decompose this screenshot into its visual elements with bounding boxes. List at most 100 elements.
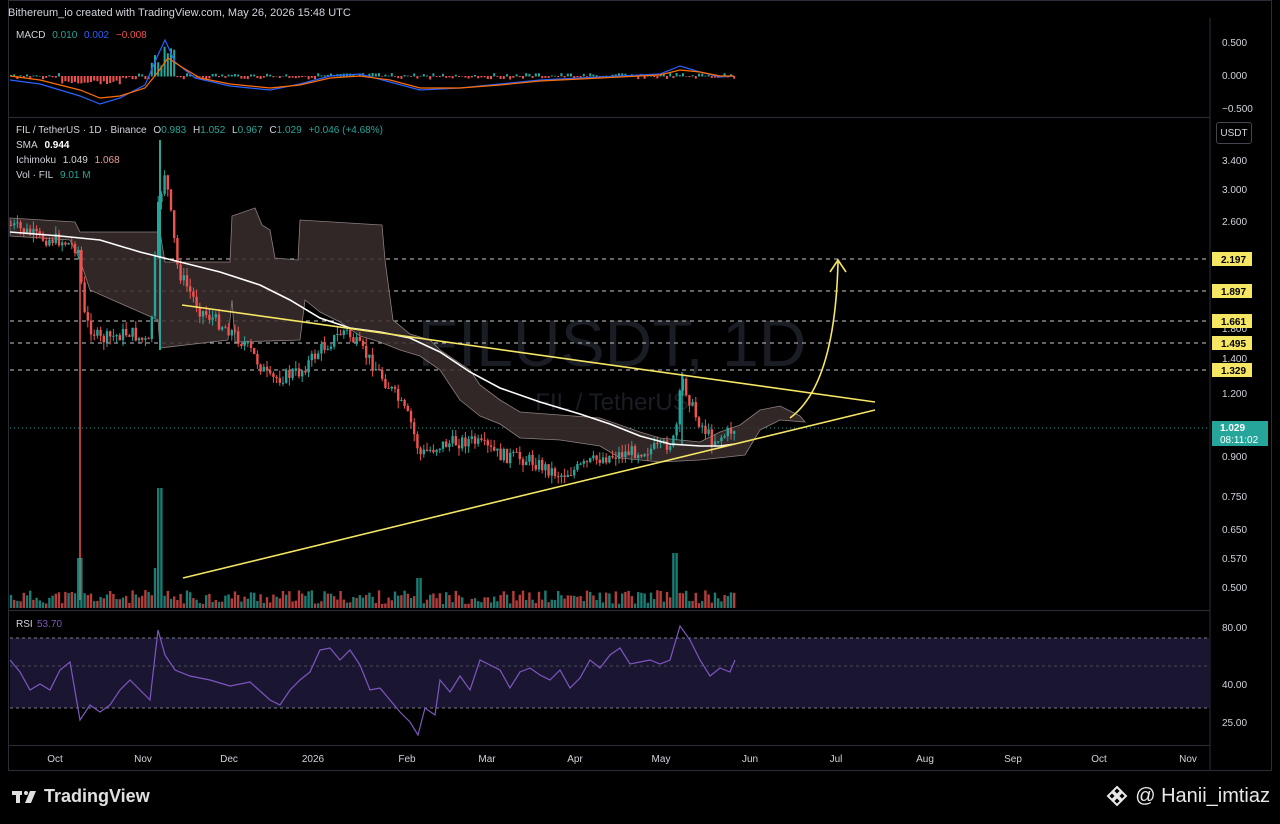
price-axis-tick: 0.900 xyxy=(1222,452,1247,463)
candle-body xyxy=(128,335,131,337)
rsi-axis-tick: 80.00 xyxy=(1222,623,1247,634)
author-credit: @ Hanii_imtiaz xyxy=(1105,784,1270,808)
rsi-label[interactable]: RSI xyxy=(16,619,33,630)
candle-body xyxy=(461,437,464,449)
candle-body xyxy=(576,463,579,470)
volume-bar xyxy=(496,601,499,608)
volume-bar xyxy=(179,593,182,608)
volume-bar xyxy=(112,593,115,608)
macd-bar xyxy=(122,76,124,78)
time-axis[interactable]: Oct Nov Dec 2026 Feb Mar Apr May Jun Jul Aug Sep Oct… xyxy=(47,754,1197,765)
volume-bar xyxy=(630,596,633,608)
rsi-axis-tick: 40.00 xyxy=(1222,680,1247,691)
candle-body xyxy=(422,449,425,455)
macd-bar xyxy=(80,76,83,84)
volume-bar xyxy=(221,601,224,608)
macd-bar xyxy=(704,75,707,77)
candle-body xyxy=(649,448,653,455)
macd-bar xyxy=(154,55,156,77)
macd-bar xyxy=(422,74,425,77)
volume-bar xyxy=(41,602,45,608)
volume-bar xyxy=(521,590,525,608)
macd-bar xyxy=(707,75,710,77)
time-axis-tick: Mar xyxy=(478,754,496,765)
candle-body xyxy=(400,399,403,401)
macd-bar xyxy=(323,75,326,77)
volume-bar xyxy=(259,594,262,608)
candle-body xyxy=(409,410,413,423)
volume-bar xyxy=(214,599,217,608)
candle-body xyxy=(704,425,707,434)
candle-body xyxy=(173,210,176,239)
macd-bar xyxy=(304,76,307,77)
candle-body xyxy=(166,175,169,190)
candle-body xyxy=(198,307,201,317)
volume-bar xyxy=(224,595,227,608)
macd-bar xyxy=(477,76,480,79)
volume-bar xyxy=(473,598,477,608)
candle-body xyxy=(697,417,701,427)
macd-bar xyxy=(474,74,476,77)
macd-bar xyxy=(582,73,585,77)
volume-bar xyxy=(393,591,397,608)
macd-bar xyxy=(227,74,230,77)
volume-bar xyxy=(477,601,480,608)
volume-bar xyxy=(115,599,118,608)
macd-bar xyxy=(675,73,678,77)
author-handle: @ Hanii_imtiaz xyxy=(1135,784,1270,807)
macd-bar xyxy=(413,73,416,77)
candle-body xyxy=(413,422,416,435)
price-axis-tick: 0.570 xyxy=(1222,554,1247,565)
candle-body xyxy=(19,222,22,229)
macd-bar xyxy=(486,76,489,79)
candle-body xyxy=(16,222,19,224)
volume-bar xyxy=(253,592,256,608)
candle-body xyxy=(537,459,541,470)
candle-body xyxy=(521,459,525,466)
volume-bar xyxy=(275,596,278,608)
macd-bar xyxy=(307,76,310,80)
chart-canvas[interactable]: FILUSDT, 1D FIL / TetherUS 0.500 0.000 −… xyxy=(0,0,1280,771)
volume-bar xyxy=(374,603,377,608)
volume-bar xyxy=(617,603,621,608)
volume-bar xyxy=(99,596,102,608)
volume-bar xyxy=(349,602,352,608)
candle-body xyxy=(121,329,125,341)
candle-body xyxy=(230,330,233,336)
candle-body xyxy=(169,189,173,211)
volume-bar xyxy=(9,594,13,608)
candle-body xyxy=(89,320,93,335)
volume-bar xyxy=(717,598,720,608)
candle-body xyxy=(483,439,486,441)
candle-body xyxy=(582,461,585,464)
candle-body xyxy=(573,469,576,476)
candle-body xyxy=(269,370,272,374)
candle-body xyxy=(288,369,291,378)
volume-bar xyxy=(352,596,355,608)
macd-bar xyxy=(694,76,697,79)
time-axis-tick: Oct xyxy=(1091,754,1107,765)
macd-bar xyxy=(384,74,387,77)
price-axis-tick: 3.000 xyxy=(1222,185,1247,196)
volume-bar xyxy=(22,592,25,608)
volume-bar xyxy=(272,594,275,608)
candle-body xyxy=(515,451,518,453)
macd-bar xyxy=(48,75,51,77)
candle-body xyxy=(304,370,307,373)
macd-bar xyxy=(198,76,201,77)
volume-bar xyxy=(435,598,438,608)
candle-body xyxy=(611,455,614,458)
candle-body xyxy=(653,443,656,449)
candle-body xyxy=(377,369,381,371)
candle-body xyxy=(617,452,621,459)
candle-body xyxy=(678,390,681,425)
macd-bar xyxy=(259,76,262,80)
volume-bar xyxy=(413,596,416,608)
macd-bar xyxy=(550,75,553,77)
macd-bar xyxy=(509,76,512,80)
candle-body xyxy=(205,311,208,315)
volume-bar xyxy=(326,593,329,608)
candle-body xyxy=(313,353,317,359)
macd-bar xyxy=(698,73,700,77)
candle-body xyxy=(560,475,563,477)
